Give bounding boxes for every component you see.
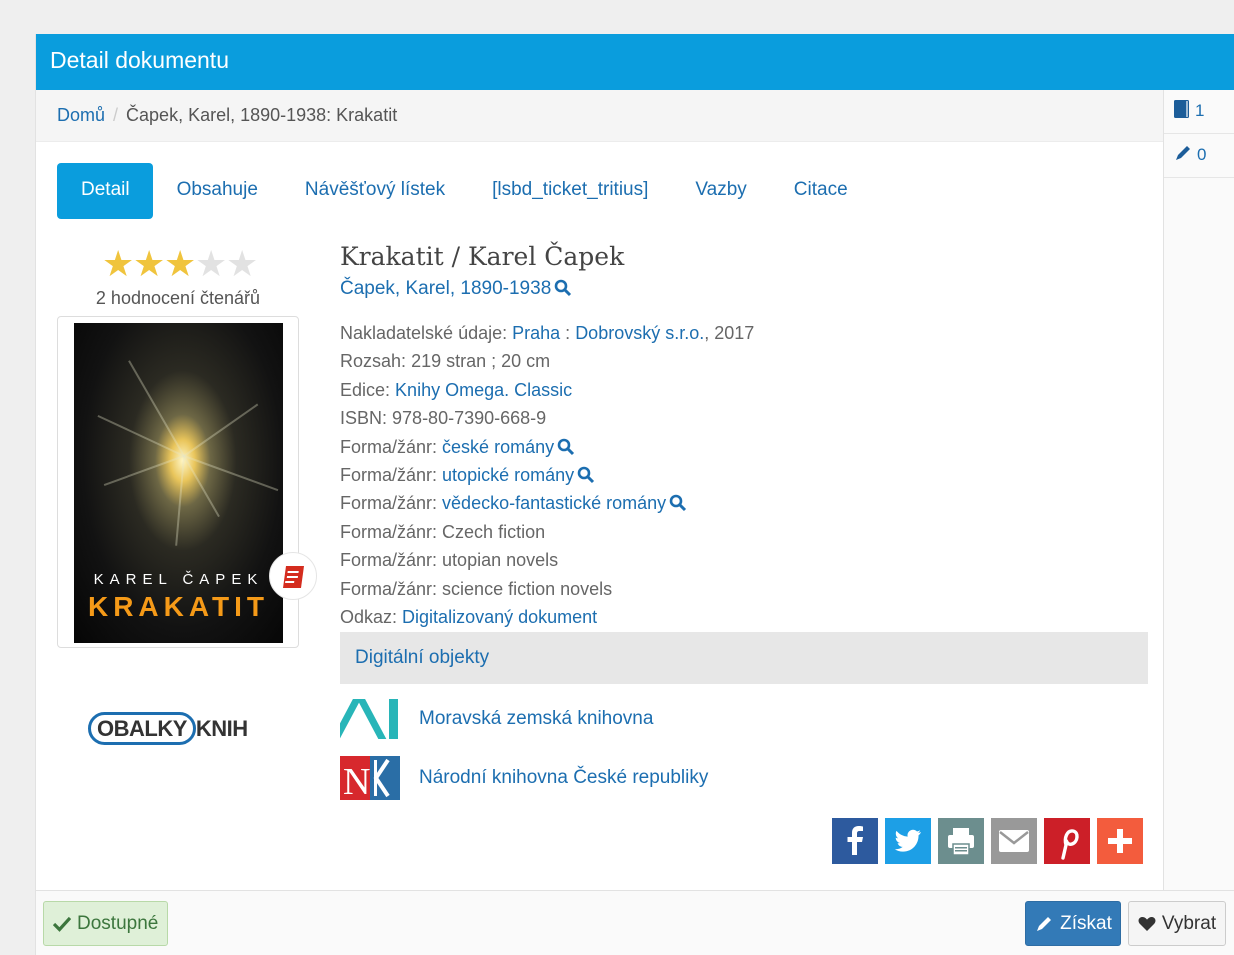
star-icon[interactable]: ★: [195, 246, 227, 282]
svg-text:N: N: [343, 761, 370, 800]
twitter-icon: [885, 818, 931, 864]
author-link[interactable]: Čapek, Karel, 1890-1938: [340, 278, 551, 299]
copies-counter[interactable]: 1: [1164, 90, 1234, 134]
plus-icon: [1097, 818, 1143, 864]
check-icon: [53, 916, 71, 932]
digital-objects-heading[interactable]: Digitální objekty: [340, 632, 1148, 684]
side-counters: 1 0: [1163, 90, 1234, 890]
library-item[interactable]: Moravská zemská knihovna: [331, 697, 653, 741]
search-icon[interactable]: [577, 466, 595, 484]
more-share-button[interactable]: [1097, 818, 1143, 864]
tab-links[interactable]: Vazby: [671, 163, 769, 219]
twitter-share-button[interactable]: [885, 818, 931, 864]
cover-frame: KAREL ČAPEK KRAKATIT: [57, 316, 299, 648]
copies-count: 1: [1195, 101, 1205, 120]
star-icon[interactable]: ★: [226, 246, 258, 282]
print-icon: [938, 818, 984, 864]
edits-counter[interactable]: 0: [1164, 134, 1234, 178]
tab-detail[interactable]: Detail: [57, 163, 153, 219]
publisher-row: Nakladatelské údaje: Praha : Dobrovský s…: [340, 323, 755, 343]
obalky-logo-mark: OBALKY: [88, 712, 196, 745]
genre-link[interactable]: utopické romány: [442, 465, 574, 485]
breadcrumb-separator: /: [113, 105, 119, 125]
tab-heading-card[interactable]: Návěšťový lístek: [281, 163, 468, 219]
genre-row: Forma/žánr: utopian novels: [340, 550, 559, 571]
series-link[interactable]: Knihy Omega. Classic: [395, 380, 572, 400]
document-panel: Detail dokumentu Domů / Čapek, Karel, 1890…: [35, 34, 1234, 955]
search-icon[interactable]: [554, 279, 572, 297]
tab-citation[interactable]: Citace: [770, 163, 871, 219]
genre-row: Forma/žánr: vědecko-fantastické romány: [340, 489, 1148, 517]
email-icon: [991, 818, 1037, 864]
email-share-button[interactable]: [991, 818, 1037, 864]
star-icon[interactable]: ★: [164, 246, 196, 282]
action-footer: Dostupné Získat Vybrat: [36, 890, 1234, 955]
nkcr-logo: N: [340, 756, 400, 803]
book-cover[interactable]: KAREL ČAPEK KRAKATIT: [74, 323, 283, 643]
library-name[interactable]: Národní knihovna České republiky: [419, 767, 708, 789]
mzk-logo: [331, 697, 400, 741]
pinterest-share-button[interactable]: [1044, 818, 1090, 864]
pencil-icon: [1037, 916, 1052, 931]
obalky-logo-suffix: KNIH: [195, 716, 248, 741]
breadcrumb-home-link[interactable]: Domů: [57, 105, 105, 125]
genre-row: Forma/žánr: science fiction novels: [340, 578, 613, 599]
pinterest-icon: [1044, 818, 1090, 864]
get-button[interactable]: Získat: [1025, 901, 1121, 946]
search-icon[interactable]: [669, 494, 687, 512]
library-name[interactable]: Moravská zemská knihovna: [419, 708, 653, 730]
rating-count: 2 hodnocení čtenářů: [95, 288, 261, 308]
record-title: Krakatit / Karel Čapek: [340, 242, 625, 271]
cover-author: KAREL ČAPEK: [93, 571, 264, 588]
genre-link[interactable]: české romány: [442, 437, 554, 457]
series-row: Edice: Knihy Omega. Classic: [340, 379, 573, 400]
obalky-knih-logo[interactable]: OBALKY KNIH: [88, 712, 248, 746]
genre-link[interactable]: vědecko-fantastické romány: [442, 493, 666, 513]
star-icon[interactable]: ★: [102, 246, 134, 282]
facebook-share-button[interactable]: [832, 818, 878, 864]
library-item[interactable]: N Národní knihovna České republiky: [340, 756, 708, 803]
select-label: Vybrat: [1161, 912, 1217, 934]
isbn-row: ISBN: 978-80-7390-668-9: [340, 408, 547, 429]
genre-row: Forma/žánr: utopické romány: [340, 461, 1148, 489]
availability-status-button[interactable]: Dostupné: [43, 901, 169, 946]
breadcrumb-current: Čapek, Karel, 1890-1938: Krakatit: [126, 105, 398, 125]
extent-row: Rozsah: 219 stran ; 20 cm: [340, 351, 551, 372]
get-label: Získat: [1060, 912, 1112, 934]
select-button[interactable]: Vybrat: [1128, 901, 1226, 946]
star-icon[interactable]: ★: [133, 246, 165, 282]
facebook-icon: [832, 818, 878, 864]
ebook-icon: [283, 566, 304, 588]
print-button[interactable]: [938, 818, 984, 864]
search-icon[interactable]: [557, 438, 575, 456]
genre-row: Forma/žánr: české romány: [340, 433, 1148, 461]
book-icon: [1174, 100, 1189, 118]
publisher-name-link[interactable]: Dobrovský s.r.o.: [575, 323, 704, 343]
rating-stars[interactable]: ★ ★ ★ ★ ★: [102, 246, 258, 282]
record-details: Krakatit / Karel Čapek Čapek, Karel, 189…: [331, 242, 1148, 803]
tab-contains[interactable]: Obsahuje: [153, 163, 281, 219]
edits-count: 0: [1197, 145, 1207, 164]
cover-title: KRAKATIT: [87, 591, 269, 622]
publisher-place-link[interactable]: Praha: [512, 323, 560, 343]
pencil-icon: [1176, 146, 1190, 160]
genre-row: Forma/žánr: Czech fiction: [340, 521, 546, 542]
record-author[interactable]: Čapek, Karel, 1890-1938: [340, 278, 1148, 319]
ebook-badge[interactable]: [269, 552, 317, 600]
heart-icon: [1138, 916, 1156, 931]
share-bar: [832, 818, 1150, 864]
detail-tabs: Detail Obsahuje Návěšťový lístek [lsbd_t…: [57, 163, 871, 219]
link-row: Odkaz: Digitalizovaný dokument: [340, 606, 598, 627]
availability-label: Dostupné: [77, 912, 159, 934]
panel-title: Detail dokumentu: [36, 34, 1234, 90]
breadcrumb: Domů / Čapek, Karel, 1890-1938: Krakatit: [36, 90, 1163, 142]
tab-isbd-ticket[interactable]: [lsbd_ticket_tritius]: [468, 163, 671, 219]
digitized-document-link[interactable]: Digitalizovaný dokument: [402, 607, 597, 627]
